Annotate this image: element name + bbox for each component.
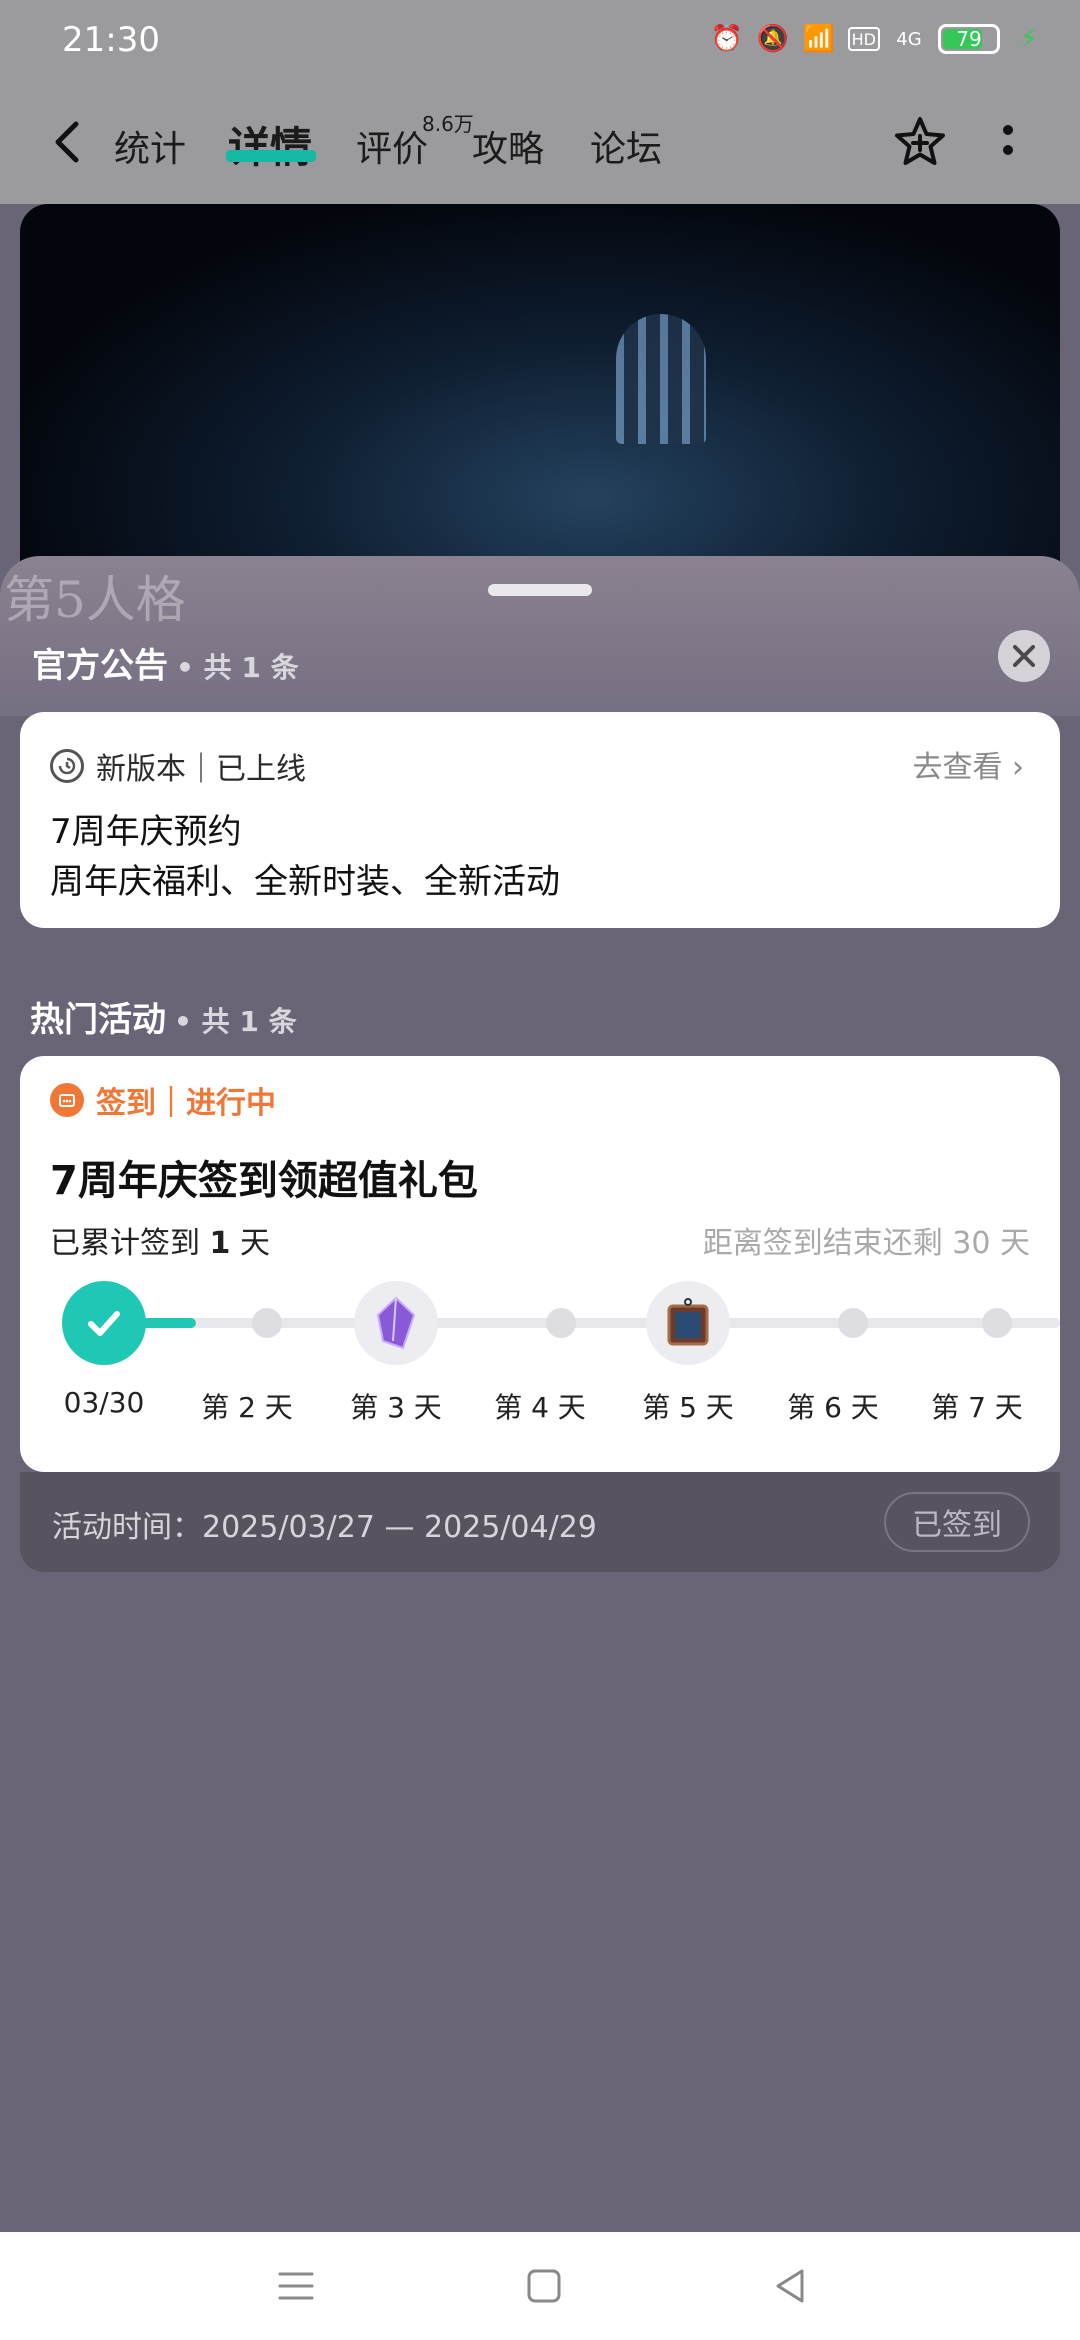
day-1-checked-node[interactable] bbox=[62, 1281, 146, 1365]
battery-icon: 79 bbox=[938, 24, 1000, 54]
system-navigation-bar bbox=[0, 2232, 1080, 2340]
checkmark-icon bbox=[88, 1311, 120, 1336]
activity-time: 活动时间：2025/03/27 — 2025/04/29 bbox=[52, 1510, 597, 1545]
tab-forum[interactable]: 论坛 bbox=[590, 120, 662, 172]
game-logo: 第5人格 bbox=[4, 571, 186, 629]
signed-button[interactable]: 已签到 bbox=[884, 1492, 1030, 1552]
banner-window-decor bbox=[616, 314, 706, 444]
day-label: 第 3 天 bbox=[350, 1391, 442, 1424]
activity-tag: 签到｜进行中 bbox=[96, 1086, 276, 1121]
menu-icon[interactable] bbox=[276, 2266, 316, 2306]
view-link[interactable]: 去查看 › bbox=[912, 742, 1024, 786]
status-icons: ⏰ 🔕 📶 HD 4G 79 ⚡ bbox=[710, 22, 1046, 56]
charging-icon: ⚡ bbox=[1019, 24, 1039, 54]
announcement-section-title: 官方公告 • 共 1 条 bbox=[32, 638, 299, 687]
day-label: 第 4 天 bbox=[494, 1391, 586, 1424]
activity-count: • 共 1 条 bbox=[174, 1005, 297, 1038]
day-label: 第 5 天 bbox=[642, 1391, 734, 1424]
sheet-header-background: 第5人格 bbox=[0, 556, 1080, 716]
day-label: 第 2 天 bbox=[201, 1391, 293, 1424]
status-bar: 21:30 ⏰ 🔕 📶 HD 4G 79 ⚡ bbox=[0, 0, 1080, 80]
day-label: 第 6 天 bbox=[787, 1391, 879, 1424]
day-7-node[interactable] bbox=[982, 1308, 1012, 1338]
checkin-icon bbox=[50, 1083, 84, 1117]
tab-details[interactable]: 详情 bbox=[228, 114, 312, 175]
close-icon bbox=[1013, 645, 1035, 667]
day-2-node[interactable] bbox=[252, 1308, 282, 1338]
favorite-star-icon[interactable] bbox=[892, 114, 948, 170]
activity-footer: 活动时间：2025/03/27 — 2025/04/29 已签到 bbox=[20, 1472, 1060, 1572]
announcement-line-1: 7周年庆预约 bbox=[50, 812, 242, 852]
purple-crystal-icon bbox=[376, 1296, 416, 1350]
wifi-icon: 📶 bbox=[802, 24, 835, 54]
day-5-reward-node[interactable] bbox=[646, 1281, 730, 1365]
day-3-reward-node[interactable] bbox=[354, 1281, 438, 1365]
activity-section-title: 热门活动 • 共 1 条 bbox=[30, 992, 297, 1041]
version-icon bbox=[50, 749, 84, 783]
checkin-track bbox=[100, 1318, 1060, 1328]
chevron-right-icon: › bbox=[1012, 750, 1024, 785]
announcement-tag: 新版本｜已上线 bbox=[96, 752, 306, 787]
home-icon[interactable] bbox=[524, 2266, 564, 2306]
mute-icon: 🔕 bbox=[756, 24, 789, 54]
hd-icon: HD bbox=[847, 27, 880, 51]
activity-card[interactable]: 签到｜进行中 7周年庆签到领超值礼包 已累计签到 1 天 距离签到结束还剩 30… bbox=[20, 1056, 1060, 1472]
active-tab-indicator bbox=[226, 150, 316, 162]
more-options-icon[interactable] bbox=[996, 122, 1020, 166]
announcement-card[interactable]: 新版本｜已上线 去查看 › 7周年庆预约 周年庆福利、全新时装、全新活动 bbox=[20, 712, 1060, 928]
costume-card-icon bbox=[667, 1298, 709, 1346]
announcement-count: • 共 1 条 bbox=[176, 651, 299, 684]
review-count-badge: 8.6万 bbox=[422, 112, 474, 136]
checkin-remaining: 距离签到结束还剩 30 天 bbox=[702, 1226, 1030, 1261]
activity-title: 7周年庆签到领超值礼包 bbox=[50, 1158, 478, 1204]
status-time: 21:30 bbox=[62, 20, 160, 60]
day-6-node[interactable] bbox=[838, 1308, 868, 1338]
sheet-drag-handle[interactable] bbox=[488, 584, 592, 596]
day-4-node[interactable] bbox=[546, 1308, 576, 1338]
checkin-progress-prefix: 已累计签到 bbox=[50, 1226, 210, 1261]
back-icon[interactable] bbox=[770, 2266, 810, 2306]
tab-guides[interactable]: 攻略 bbox=[472, 120, 544, 172]
view-link-text: 去查看 bbox=[912, 750, 1003, 785]
checkin-progress: 已累计签到 1 天 bbox=[50, 1218, 270, 1262]
announcement-title-text: 官方公告 bbox=[32, 646, 168, 686]
announcement-sheet: 第5人格 官方公告 • 共 1 条 新版本｜已上线 去查看 › 7周年庆预约 周年… bbox=[0, 556, 1080, 2232]
activity-title-text: 热门活动 bbox=[30, 1000, 166, 1040]
day-label: 第 7 天 bbox=[931, 1391, 1023, 1424]
back-arrow-icon[interactable] bbox=[50, 120, 84, 164]
day-label: 03/30 bbox=[63, 1386, 145, 1419]
tab-stats[interactable]: 统计 bbox=[114, 120, 186, 172]
checkin-progress-suffix: 天 bbox=[230, 1226, 270, 1261]
alarm-icon: ⏰ bbox=[710, 24, 743, 54]
tab-reviews[interactable]: 评价 bbox=[356, 120, 428, 172]
announcement-line-2: 周年庆福利、全新时装、全新活动 bbox=[50, 862, 560, 902]
checkin-progress-days: 1 bbox=[209, 1226, 231, 1261]
close-button[interactable] bbox=[998, 630, 1050, 682]
signal-icon: 4G bbox=[896, 28, 922, 50]
